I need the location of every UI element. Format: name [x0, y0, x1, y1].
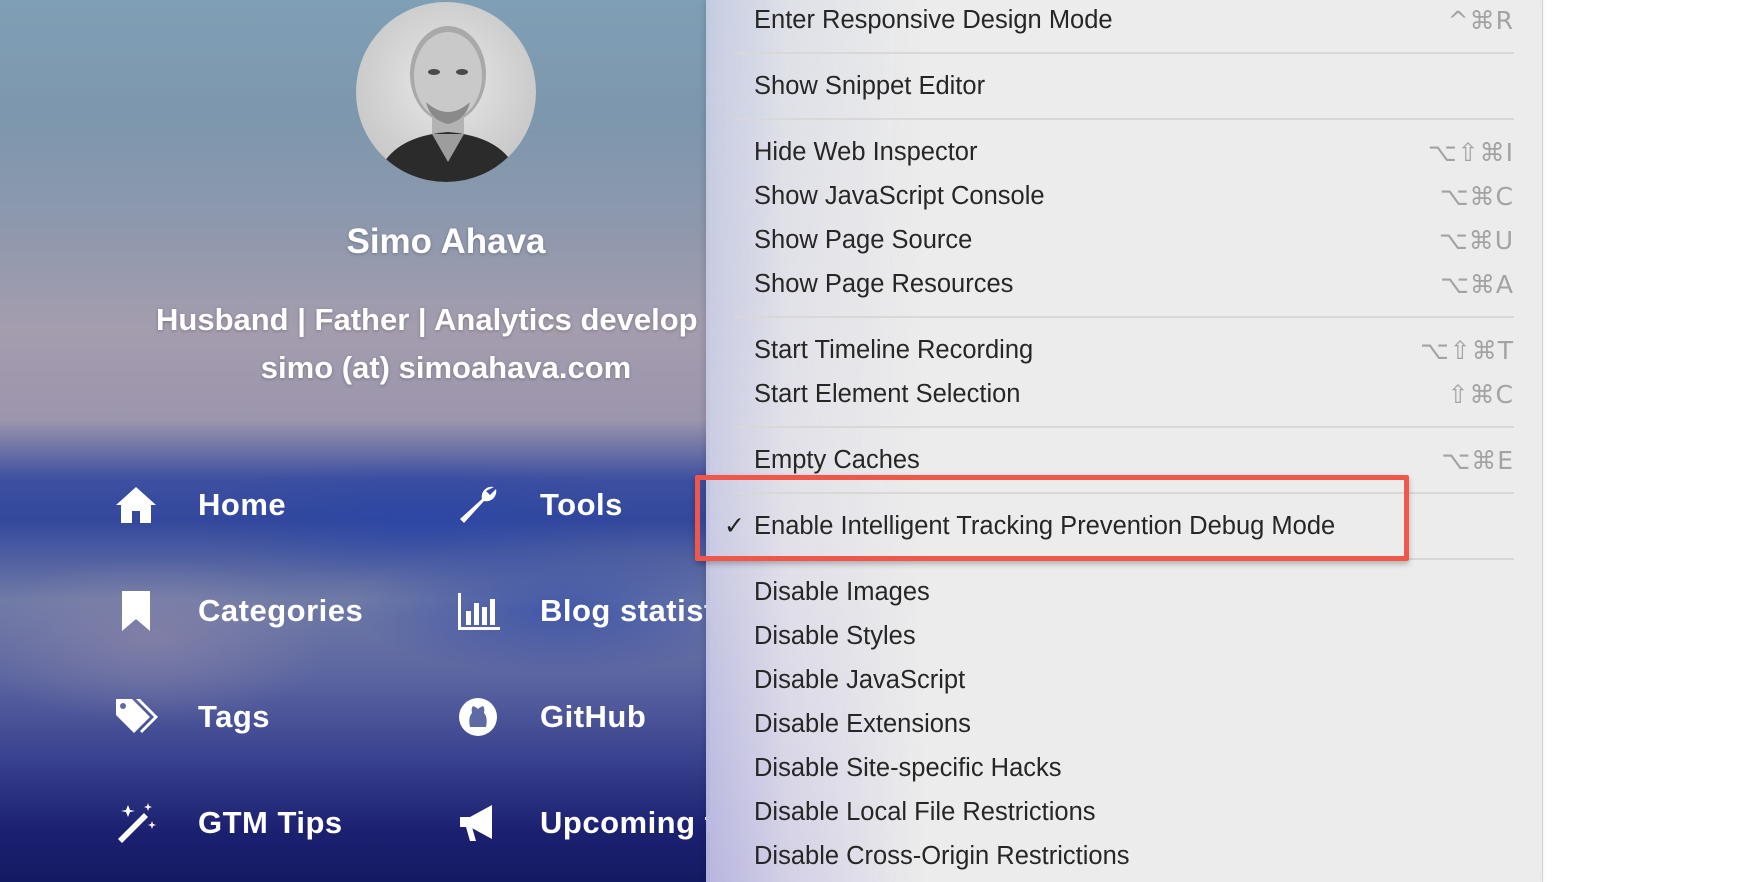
- menu-item-disable-javascript[interactable]: Disable JavaScript: [706, 662, 1542, 702]
- menu-item-label: Disable Images: [754, 578, 930, 606]
- menu-item-label: Disable Styles: [754, 622, 916, 650]
- menu-item-element-selection[interactable]: Start Element Selection ⇧⌘C: [706, 376, 1542, 416]
- magic-wand-icon: [118, 803, 156, 843]
- menu-item-shortcut: ⌥⌘C: [1439, 182, 1514, 211]
- menu-item-disable-styles[interactable]: Disable Styles: [706, 618, 1542, 658]
- bullhorn-icon: [460, 805, 492, 841]
- nav-tags-label: Tags: [198, 699, 271, 734]
- menu-item-label: Disable Extensions: [754, 710, 971, 738]
- avatar-portrait: [376, 26, 520, 182]
- bookmark-icon: [122, 591, 150, 631]
- menu-item-label: Show JavaScript Console: [754, 182, 1045, 210]
- tags-icon: [116, 699, 158, 733]
- nav-home-label: Home: [198, 487, 287, 522]
- nav-categories-label: Categories: [198, 593, 364, 628]
- menu-item-shortcut: ^⌘R: [1447, 6, 1514, 35]
- menu-item-shortcut: ⇧⌘C: [1447, 380, 1514, 409]
- menu-item-shortcut: ⌥⇧⌘I: [1427, 138, 1514, 167]
- github-icon: [459, 698, 497, 736]
- menu-separator: [734, 316, 1514, 318]
- menu-item-label: Show Page Resources: [754, 270, 1014, 298]
- menu-item-disable-site-hacks[interactable]: Disable Site-specific Hacks: [706, 750, 1542, 790]
- menu-item-page-resources[interactable]: Show Page Resources ⌥⌘A: [706, 266, 1542, 306]
- bar-chart-icon: [458, 593, 500, 630]
- menu-item-responsive-design[interactable]: Enter Responsive Design Mode ^⌘R: [706, 2, 1542, 42]
- menu-separator: [734, 118, 1514, 120]
- annotation-highlight-box: [695, 475, 1409, 561]
- site-author-name: Simo Ahava: [346, 222, 546, 261]
- menu-item-shortcut: ⌥⌘A: [1440, 270, 1514, 299]
- nav-upcoming-label: Upcoming t: [540, 805, 710, 840]
- menu-separator: [734, 426, 1514, 428]
- menu-item-javascript-console[interactable]: Show JavaScript Console ⌥⌘C: [706, 178, 1542, 218]
- menu-item-label: Start Timeline Recording: [754, 336, 1034, 364]
- site-email: simo (at) simoahava.com: [260, 350, 632, 385]
- nav-blog-statistics-label: Blog statist: [540, 593, 710, 628]
- nav-tools-label: Tools: [540, 487, 623, 522]
- menu-item-timeline-recording[interactable]: Start Timeline Recording ⌥⇧⌘T: [706, 332, 1542, 372]
- menu-item-snippet-editor[interactable]: Show Snippet Editor: [706, 68, 1542, 108]
- menu-item-disable-local-file-restrictions[interactable]: Disable Local File Restrictions: [706, 794, 1542, 834]
- menu-item-page-source[interactable]: Show Page Source ⌥⌘U: [706, 222, 1542, 262]
- menu-item-disable-images[interactable]: Disable Images: [706, 574, 1542, 614]
- wrench-icon: [460, 486, 497, 523]
- menu-separator: [734, 52, 1514, 54]
- develop-menu: Enter Responsive Design Mode ^⌘R Show Sn…: [706, 0, 1543, 882]
- avatar: [356, 2, 536, 182]
- menu-item-label: Disable Site-specific Hacks: [754, 754, 1062, 782]
- menu-item-label: Show Page Source: [754, 226, 973, 254]
- menu-item-disable-extensions[interactable]: Disable Extensions: [706, 706, 1542, 746]
- menu-item-label: Disable Local File Restrictions: [754, 798, 1096, 826]
- menu-item-label: Enter Responsive Design Mode: [754, 6, 1113, 34]
- site-tagline: Husband | Father | Analytics develop: [156, 302, 698, 337]
- menu-item-label: Start Element Selection: [754, 380, 1021, 408]
- menu-item-shortcut: ⌥⌘E: [1441, 446, 1514, 475]
- menu-item-shortcut: ⌥⇧⌘T: [1419, 336, 1514, 365]
- menu-item-label: Hide Web Inspector: [754, 138, 978, 166]
- menu-item-label: Disable JavaScript: [754, 666, 966, 694]
- nav-github-label: GitHub: [540, 699, 647, 734]
- website-background: Simo Ahava Husband | Father | Analytics …: [0, 0, 710, 882]
- menu-item-disable-cross-origin[interactable]: Disable Cross-Origin Restrictions: [706, 838, 1542, 878]
- menu-item-label: Empty Caches: [754, 446, 920, 474]
- menu-item-label: Show Snippet Editor: [754, 72, 986, 100]
- menu-item-label: Disable Cross-Origin Restrictions: [754, 842, 1130, 870]
- nav-gtm-tips-label: GTM Tips: [198, 805, 343, 840]
- menu-item-hide-web-inspector[interactable]: Hide Web Inspector ⌥⇧⌘I: [706, 134, 1542, 174]
- menu-item-shortcut: ⌥⌘U: [1438, 226, 1514, 255]
- home-icon: [116, 487, 156, 523]
